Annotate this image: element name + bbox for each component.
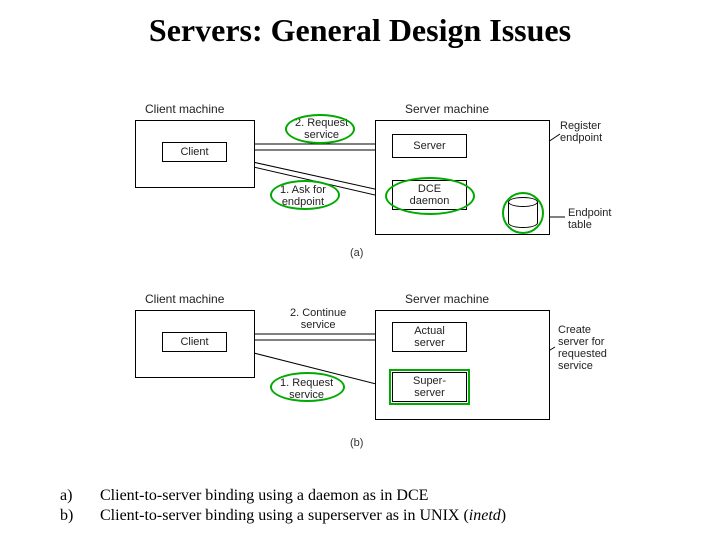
a-client-box: Client — [162, 142, 227, 162]
a-green-step1 — [270, 180, 340, 210]
caption-a-text: Client-to-server binding using a daemon … — [100, 487, 428, 505]
a-server-box: Server — [392, 134, 467, 158]
a-client-machine-label: Client machine — [145, 102, 224, 116]
caption-b-letter: b) — [60, 507, 100, 525]
b-client-box: Client — [162, 332, 227, 352]
a-register-label: Register endpoint — [560, 120, 602, 144]
caption-a-letter: a) — [60, 487, 100, 505]
b-green-step1 — [270, 372, 345, 402]
caption-a-row: a) Client-to-server binding using a daem… — [60, 487, 506, 505]
b-create-label: Create server for requested service — [558, 324, 607, 372]
b-fig-label: (b) — [350, 437, 363, 449]
b-server-machine-label: Server machine — [405, 292, 489, 306]
page-title: Servers: General Design Issues — [0, 12, 720, 49]
diagram-container: Client machine Server machine Client Ser… — [130, 92, 660, 472]
a-server-machine-label: Server machine — [405, 102, 489, 116]
a-endpoint-table-label: Endpoint table — [568, 207, 611, 231]
b-green-super — [389, 369, 470, 405]
b-step2-label: 2. Continue service — [290, 307, 346, 331]
a-green-dce — [385, 177, 475, 215]
caption-b-row: b) Client-to-server binding using a supe… — [60, 507, 506, 525]
caption-area: a) Client-to-server binding using a daem… — [60, 487, 506, 527]
a-green-step2 — [285, 114, 355, 144]
a-fig-label: (a) — [350, 247, 363, 259]
caption-b-text: Client-to-server binding using a superse… — [100, 507, 506, 525]
a-green-table — [502, 192, 544, 234]
b-actual-server-box: Actual server — [392, 322, 467, 352]
b-client-machine-label: Client machine — [145, 292, 224, 306]
